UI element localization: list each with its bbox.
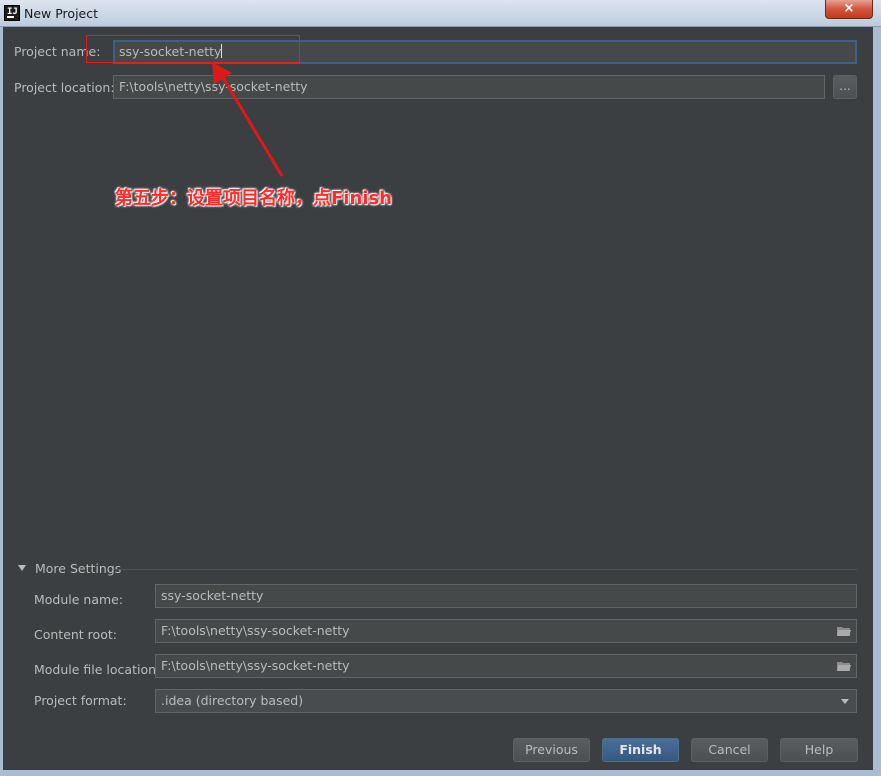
annotation-arrow-icon bbox=[212, 62, 284, 177]
annotation-text: 第五步：设置项目名称，点Finish bbox=[115, 188, 392, 209]
